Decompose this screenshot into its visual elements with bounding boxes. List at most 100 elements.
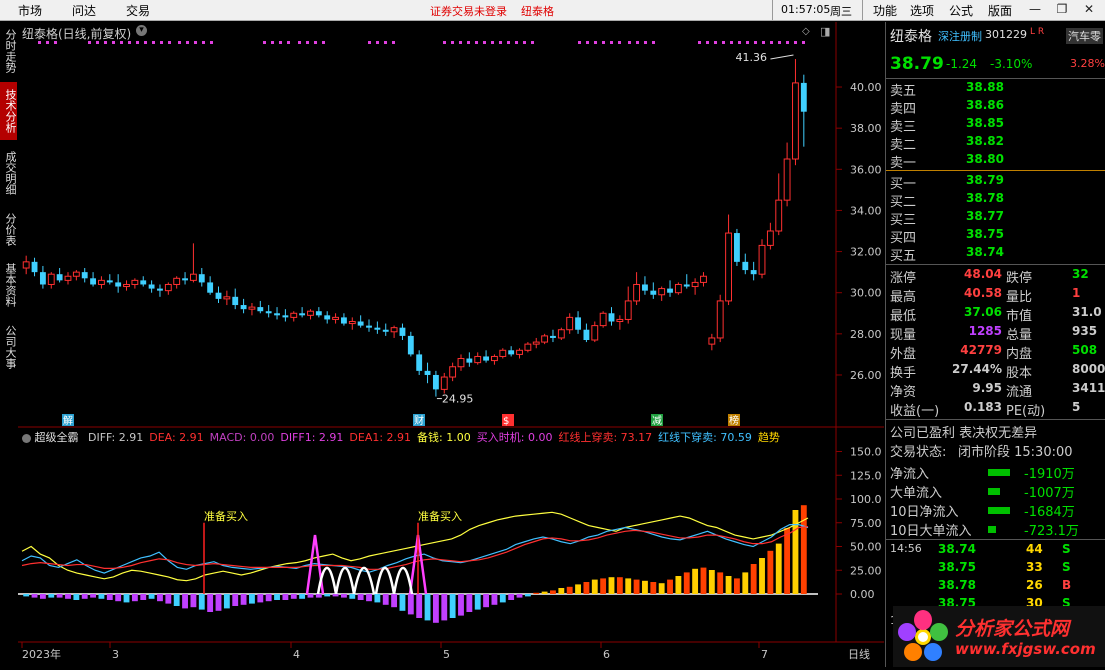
flow-label: 10日净流入 [890, 505, 959, 520]
chart-title-dropdown-icon[interactable]: ▾ [136, 25, 147, 36]
tab-basic-info[interactable]: 基本资料 [0, 256, 17, 314]
tick-row: 14:56 38.74 44 S [886, 542, 1105, 561]
macd-bar [524, 594, 531, 597]
indicator-name[interactable]: 超级全霸 [35, 431, 79, 443]
candle-body [800, 82, 807, 112]
indicator-axis-label: 50.00 [850, 541, 882, 554]
macd-bar [65, 594, 71, 599]
candle-body [357, 321, 364, 326]
candle-body [390, 327, 398, 333]
tab-company-events[interactable]: 公司大事 [0, 318, 17, 376]
candle-body [642, 284, 648, 291]
chart-area[interactable]: 150.0 125.0 100.0 75.00 50.00 25.00 0.00 准备买入 准备… [18, 22, 884, 667]
macd-bar [90, 594, 97, 598]
panel-toggle-icon[interactable]: ◨ [820, 25, 830, 38]
macd-bar [374, 594, 381, 603]
menu-options[interactable]: 选项 [910, 2, 934, 19]
macd-bar [759, 558, 765, 594]
tab-trade-detail[interactable]: 成交明细 [0, 144, 17, 202]
macd-bar [733, 578, 740, 594]
macd-bar [223, 594, 230, 609]
stat-label-2: 量比 [1006, 290, 1033, 305]
buy-annotation: 准备买入 [204, 509, 248, 523]
stat-label: 净资 [890, 385, 917, 400]
sector-name[interactable]: 汽车零 [1066, 28, 1103, 44]
indicator-axis-label: 125.0 [850, 469, 882, 482]
tick-time: 14:56 [890, 542, 922, 555]
indicator-value: 备钱: 1.00 [417, 431, 471, 443]
login-warning[interactable]: 证券交易未登录 [430, 3, 507, 19]
tab-technical[interactable]: 技术分析 [0, 82, 17, 140]
signal-dot [786, 41, 789, 44]
macd-bar [541, 591, 548, 594]
stat-row: 涨停 48.04 跌停 32 [886, 267, 1105, 286]
date-axis-label: 7 [761, 648, 768, 661]
menu-market[interactable]: 市场 [18, 2, 42, 19]
restore-icon[interactable]: ❐ [1053, 1, 1071, 17]
indicator-value: DEA: 2.91 [149, 431, 204, 443]
indicator-menu-icon[interactable] [22, 433, 31, 443]
macd-bar [566, 586, 573, 594]
bid-row: 买三 38.77 [886, 209, 1105, 228]
close-icon[interactable]: ✕ [1080, 1, 1098, 17]
candle-body [131, 279, 139, 285]
stat-row: 净资 9.95 流通 3411 [886, 381, 1105, 400]
tab-price-table[interactable]: 分价表 [0, 206, 17, 252]
candle-body [265, 311, 272, 314]
menu-bar: 市场 问达 交易 证券交易未登录 纽泰格 01:57:05 周三 功能 选项 公… [0, 0, 1105, 21]
minimize-icon[interactable]: — [1026, 1, 1044, 17]
date-axis-label: 6 [603, 648, 610, 661]
signal-dot [459, 41, 462, 44]
candle-body [299, 313, 306, 316]
signal-dot [168, 41, 171, 44]
macd-bar [207, 594, 214, 612]
candle-body [189, 273, 197, 281]
menu-wenda[interactable]: 问达 [72, 2, 96, 19]
stat-row: 最低 37.06 市值 31.0 [886, 305, 1105, 324]
stat-label: 最低 [890, 309, 917, 324]
stat-row: 换手 27.44% 股本 8000 [886, 362, 1105, 381]
company-status: 公司已盈利 表决权无差异 [890, 426, 1038, 441]
signal-dot [443, 41, 446, 44]
macd-bar [332, 594, 339, 597]
candle-body [223, 296, 231, 300]
macd-bar [240, 594, 247, 605]
macd-bar [633, 579, 640, 594]
tab-intraday[interactable]: 分时走势 [0, 22, 17, 80]
stat-row: 现量 1285 总量 935 [886, 324, 1105, 343]
period-label[interactable]: 日线 [848, 647, 870, 661]
signal-dot [610, 41, 613, 44]
bid-row-label: 买二 [890, 195, 917, 210]
macd-bar [157, 594, 163, 602]
menu-trade[interactable]: 交易 [126, 2, 150, 19]
candle-body [766, 230, 774, 246]
signal-dot [202, 41, 205, 44]
stat-label-2: PE(动) [1006, 404, 1046, 419]
ask-row: 卖五 38.88 [886, 80, 1105, 99]
tick-volume: 44 [1026, 542, 1043, 556]
stock-link[interactable]: 纽泰格 [521, 3, 554, 19]
candle-body [633, 283, 641, 302]
signal-dot [515, 41, 518, 44]
ask-row-label: 卖二 [890, 138, 917, 153]
macd-bar [315, 594, 322, 598]
candle-body [240, 305, 247, 310]
pin-icon[interactable]: ◇ [802, 26, 810, 37]
signal-dot [618, 41, 621, 44]
menu-formula[interactable]: 公式 [949, 2, 973, 19]
kline-chart[interactable]: 150.0 125.0 100.0 75.00 50.00 25.00 0.00 准备买入 准备… [18, 22, 884, 667]
macd-bar [123, 594, 130, 603]
menu-function[interactable]: 功能 [873, 2, 897, 19]
macd-bar [366, 594, 372, 602]
macd-bar [215, 594, 222, 611]
signal-dot [762, 41, 765, 44]
macd-bar [340, 594, 347, 598]
ask-row-value: 38.82 [966, 134, 1004, 148]
stat-label-2: 市值 [1006, 309, 1033, 324]
candle-body [140, 280, 147, 285]
candle-body [39, 272, 46, 285]
price-axis-label: 30.00 [850, 287, 882, 300]
menu-layout[interactable]: 版面 [988, 2, 1012, 19]
macd-bar [182, 594, 188, 609]
candle-body [315, 311, 322, 316]
